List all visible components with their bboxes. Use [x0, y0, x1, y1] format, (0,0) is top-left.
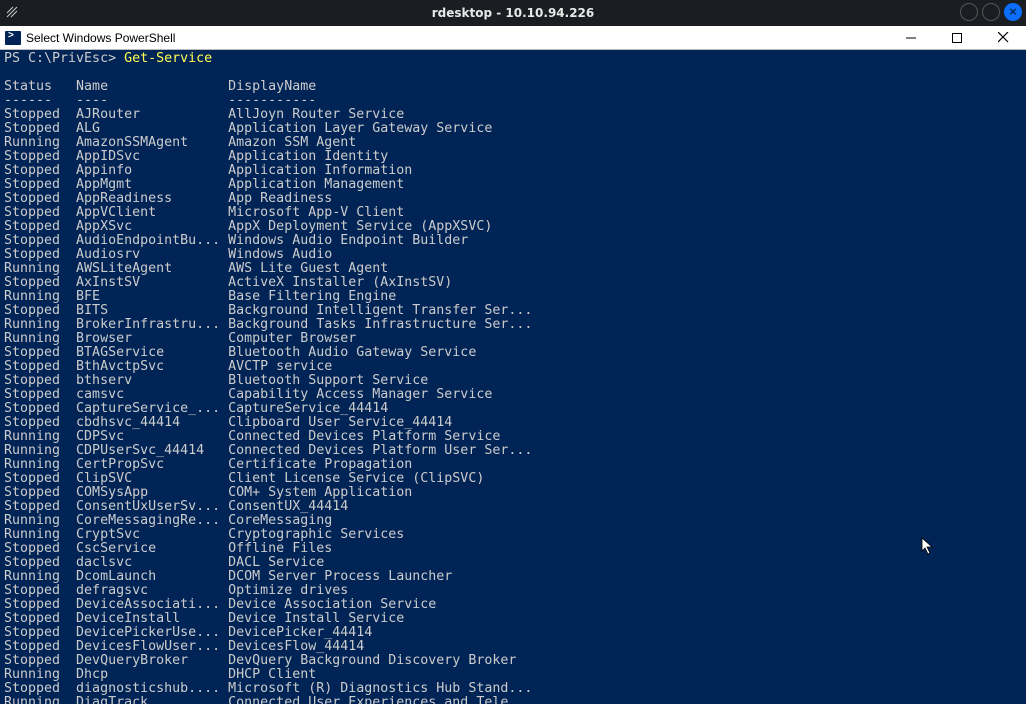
outer-minimize-button[interactable] [960, 3, 978, 21]
close-button[interactable] [980, 26, 1026, 49]
window-title: Select Windows PowerShell [26, 31, 888, 45]
maximize-button[interactable] [934, 26, 980, 49]
outer-maximize-button[interactable] [982, 3, 1000, 21]
windows-titlebar[interactable]: Select Windows PowerShell [0, 26, 1026, 50]
terminal-output[interactable]: PS C:\PrivEsc> Get-Service Status Name D… [0, 50, 1026, 704]
outer-close-button[interactable] [1004, 3, 1022, 21]
resize-grip-icon[interactable] [6, 6, 18, 22]
minimize-button[interactable] [888, 26, 934, 49]
prompt-path: PS C:\PrivEsc> [4, 51, 124, 66]
outer-window-title: rdesktop - 10.10.94.226 [432, 6, 595, 20]
linux-titlebar: rdesktop - 10.10.94.226 [0, 0, 1026, 26]
command-text: Get-Service [124, 51, 212, 66]
powershell-icon [5, 31, 21, 45]
